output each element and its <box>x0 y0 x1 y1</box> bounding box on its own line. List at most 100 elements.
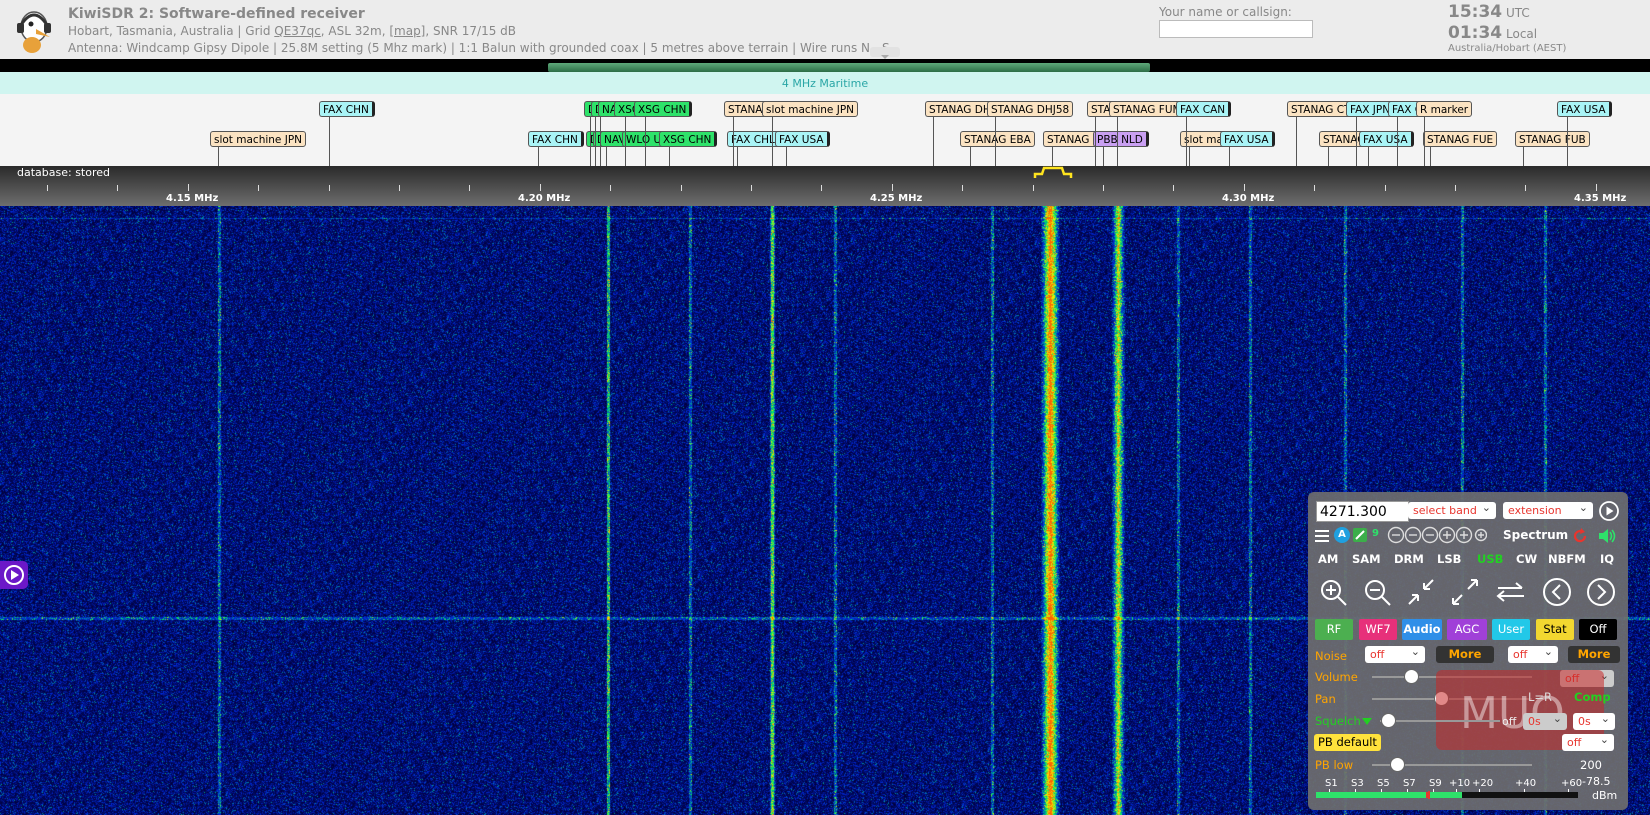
dx-label[interactable]: XSG CHN <box>634 101 693 117</box>
mode-lsb[interactable]: LSB <box>1437 552 1461 566</box>
tab-wf[interactable]: WF7 <box>1359 619 1397 640</box>
noise-label: Noise <box>1315 649 1347 663</box>
local-label: Local <box>1506 27 1538 41</box>
squelch-time2-dropdown[interactable]: 0s <box>1573 710 1615 730</box>
dx-leader-line <box>1229 147 1230 166</box>
squelch-label[interactable]: Squelch <box>1315 714 1361 728</box>
dx-label[interactable]: STANAG DHJ58 <box>987 101 1074 117</box>
dx-label[interactable]: STANAG FUE <box>1423 131 1498 147</box>
a-badge[interactable]: A <box>1334 527 1350 543</box>
dx-label[interactable]: slot machine JPN <box>210 131 307 147</box>
extension-dropdown[interactable]: extension <box>1503 499 1593 519</box>
dx-label[interactable]: FAX USA <box>775 131 830 147</box>
scale-tick <box>540 184 541 191</box>
tab-off[interactable]: Off <box>1579 619 1617 640</box>
dx-label[interactable]: R marker <box>1416 101 1473 117</box>
dx-label[interactable]: STANAG EBA <box>960 131 1035 147</box>
expand-icon[interactable] <box>1448 575 1482 609</box>
refresh-icon[interactable] <box>1571 527 1589 545</box>
dx-label-area: FAX CHN D D NAV XSG XSG CHN STANAG slot … <box>0 94 1650 166</box>
collapse-header-tab[interactable] <box>870 47 900 59</box>
dx-leader-line <box>1328 147 1329 166</box>
noise-more-button[interactable]: More <box>1436 646 1494 663</box>
pencil-icon[interactable] <box>1353 528 1367 542</box>
noise-dropdown[interactable]: off <box>1365 643 1425 663</box>
kiwi-logo-icon[interactable] <box>12 3 56 55</box>
tick-label: 4.20 MHz <box>518 193 571 204</box>
dx-leader-line <box>786 147 787 166</box>
swap-icon[interactable] <box>1494 575 1528 609</box>
volume-label: Volume <box>1315 670 1358 684</box>
grid-link[interactable]: QE37qc <box>274 24 321 38</box>
mode-am[interactable]: AM <box>1318 552 1338 566</box>
zoom-buttons[interactable] <box>1387 526 1487 544</box>
mode-iq[interactable]: IQ <box>1600 552 1614 566</box>
dx-label[interactable]: slot machine JPN <box>762 101 859 117</box>
dx-label[interactable]: PBB NLD <box>1093 131 1149 147</box>
dx-label[interactable]: FAX USA <box>1359 131 1414 147</box>
receiver-info: Hobart, Tasmania, Australia | Grid QE37q… <box>68 24 516 38</box>
tab-agc[interactable]: AGC <box>1447 619 1487 640</box>
scale-tick <box>821 185 822 191</box>
triangle-down-icon[interactable] <box>1362 718 1372 726</box>
utc-time: 15:34 <box>1448 2 1503 22</box>
squelch-slider-track[interactable] <box>1380 720 1500 722</box>
dx-leader-line <box>1368 147 1369 166</box>
pb-low-slider-knob[interactable] <box>1390 757 1405 772</box>
mode-cw[interactable]: CW <box>1516 552 1537 566</box>
dx-label[interactable]: FAX USA <box>1557 101 1612 117</box>
dx-leader-line <box>1052 147 1053 166</box>
chevron-right-icon[interactable] <box>1584 575 1618 609</box>
squelch-slider-knob[interactable] <box>1381 713 1396 728</box>
mode-sam[interactable]: SAM <box>1352 552 1381 566</box>
chevron-left-icon[interactable] <box>1540 575 1574 609</box>
select-band-dropdown[interactable]: select band <box>1408 499 1496 519</box>
play-circle-icon[interactable] <box>1598 500 1620 522</box>
smeter-label: +60 <box>1561 778 1583 789</box>
utc-label: UTC <box>1506 6 1530 20</box>
scale-tick <box>399 185 400 191</box>
mode-nbfm[interactable]: NBFM <box>1548 552 1586 566</box>
tab-rf[interactable]: RF <box>1315 619 1353 640</box>
frequency-scale[interactable]: database: stored 4.15 MHz 4.20 MHz 4.25 … <box>0 166 1650 206</box>
dx-label[interactable]: STANAG FUB <box>1515 131 1590 147</box>
play-button[interactable] <box>0 561 28 589</box>
speaker-icon[interactable] <box>1597 527 1617 545</box>
volume-slider-knob[interactable] <box>1404 669 1419 684</box>
zoom-out-icon[interactable] <box>1360 575 1394 609</box>
smeter-label: +20 <box>1472 778 1494 789</box>
mode-usb[interactable]: USB <box>1477 552 1503 566</box>
callsign-input[interactable] <box>1159 20 1313 38</box>
smeter-label: S5 <box>1377 778 1390 789</box>
dx-leader-line <box>995 117 996 166</box>
dx-label[interactable]: FAX CHN <box>319 101 375 117</box>
dx-label[interactable]: STANAG FUM <box>1109 101 1186 117</box>
dx-leader-line <box>733 117 734 166</box>
map-link[interactable]: [map] <box>389 24 425 38</box>
shrink-icon[interactable] <box>1404 575 1438 609</box>
dx-leader-line <box>1189 147 1190 166</box>
pb-default-button[interactable]: PB default <box>1314 734 1381 751</box>
smeter-label: +10 <box>1449 778 1471 789</box>
passband-marker[interactable] <box>1032 166 1074 178</box>
dx-label[interactable]: FAX CHN <box>528 131 584 147</box>
noise2-more-button[interactable]: More <box>1568 646 1620 663</box>
menu-icon[interactable] <box>1314 528 1330 544</box>
zoom-in-icon[interactable] <box>1316 575 1350 609</box>
scale-tick <box>117 185 118 191</box>
noise2-dropdown[interactable]: off <box>1508 643 1558 663</box>
dx-label[interactable]: XSG CHN <box>659 131 718 147</box>
dx-label[interactable]: FAX USA <box>1220 131 1275 147</box>
tick-label: 4.15 MHz <box>166 193 219 204</box>
tab-user[interactable]: User <box>1492 619 1530 640</box>
tab-audio[interactable]: Audio <box>1402 619 1442 640</box>
band-bar[interactable]: 4 MHz Maritime <box>0 72 1650 94</box>
mode-drm[interactable]: DRM <box>1394 552 1424 566</box>
comp-toggle[interactable]: Comp <box>1574 690 1611 704</box>
spectrum-toggle[interactable]: Spectrum <box>1503 528 1568 542</box>
frequency-input[interactable] <box>1316 501 1409 522</box>
dx-label[interactable]: FAX CAN <box>1176 101 1232 117</box>
tab-stat[interactable]: Stat <box>1536 619 1574 640</box>
pb-dropdown[interactable]: off <box>1562 731 1614 751</box>
squelch-time-dropdown[interactable]: 0s <box>1523 710 1567 730</box>
